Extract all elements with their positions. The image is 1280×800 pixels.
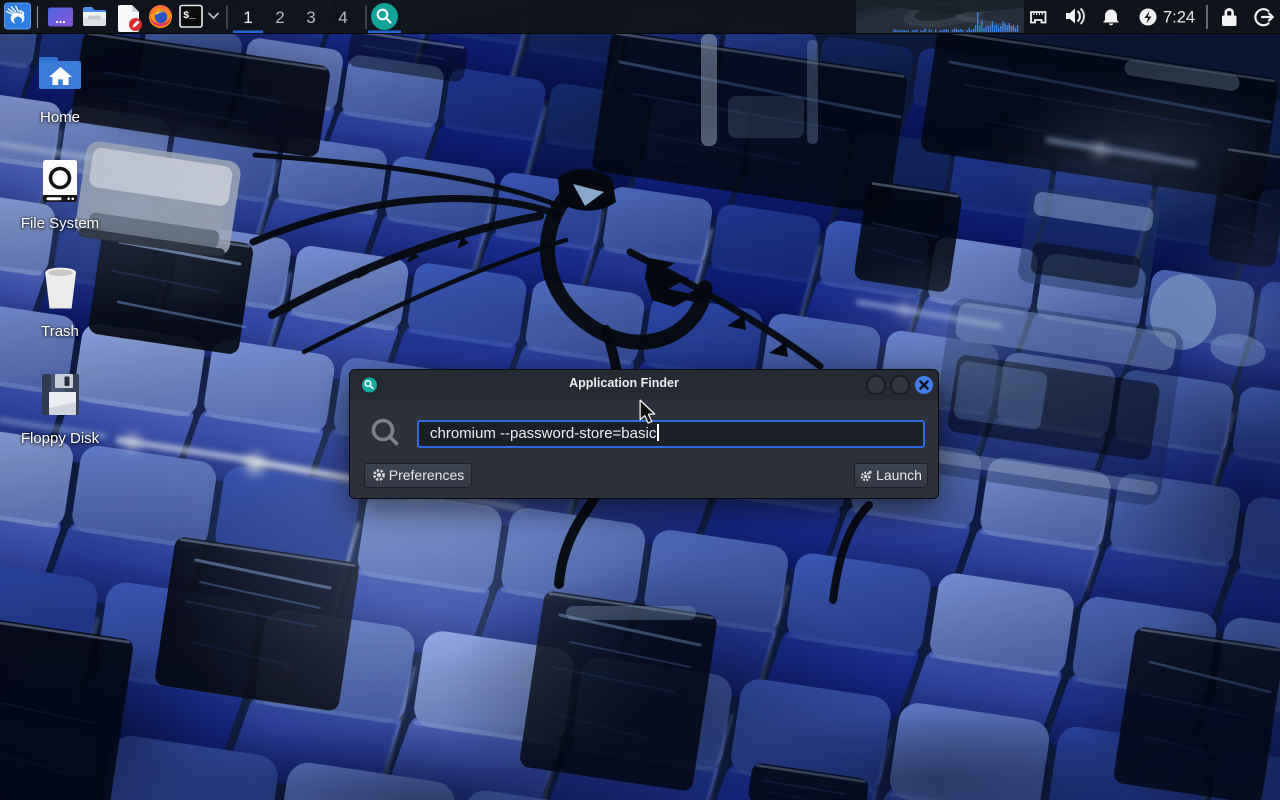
svg-text:$_: $_	[183, 10, 196, 22]
svg-text:7:24: 7:24	[1163, 9, 1195, 27]
svg-text:4: 4	[338, 8, 347, 27]
svg-text:1: 1	[243, 8, 252, 27]
svg-text:3: 3	[306, 8, 315, 27]
svg-text:2: 2	[275, 8, 284, 27]
